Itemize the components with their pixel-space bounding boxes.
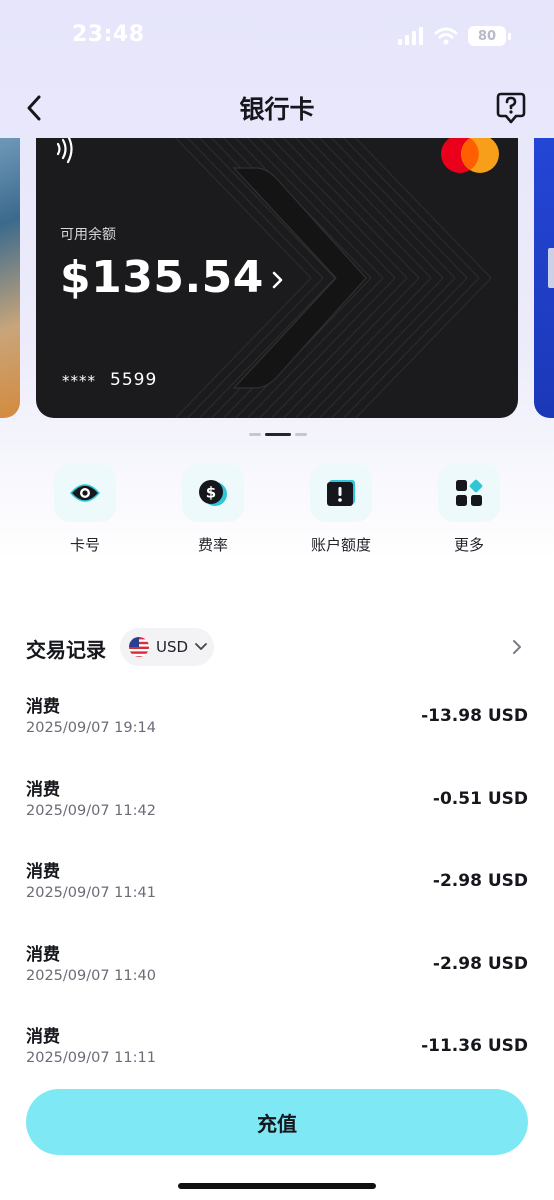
transaction-date: 2025/09/07 11:40	[26, 967, 156, 984]
wifi-icon	[434, 27, 458, 45]
mastercard-logo	[441, 138, 499, 173]
chevron-right-icon[interactable]	[510, 638, 524, 656]
action-label: 卡号	[69, 536, 100, 554]
bank-card[interactable]: 可用余额 $135.54 **** 5599	[36, 138, 518, 418]
transaction-amount: -13.98 USD	[421, 706, 528, 726]
transaction-amount: -2.98 USD	[432, 871, 528, 891]
help-button[interactable]	[496, 92, 530, 126]
eye-icon	[70, 484, 100, 502]
battery-indicator: 80	[468, 26, 511, 46]
grid-icon	[456, 479, 483, 506]
transactions-header: 交易记录 USD	[26, 628, 528, 668]
nav-bar: 银行卡	[0, 84, 554, 132]
currency-selector[interactable]: USD	[120, 628, 214, 666]
transaction-amount: -11.36 USD	[421, 1036, 528, 1056]
transactions-list: 消费 2025/09/07 19:14 -13.98 USD 消费 2025/0…	[26, 690, 528, 1103]
transaction-amount: -2.98 USD	[432, 953, 528, 974]
signal-icon	[398, 27, 423, 45]
more-action[interactable]: 更多	[414, 464, 524, 555]
card-number-action[interactable]: 卡号	[30, 464, 140, 555]
status-time: 23:48	[72, 22, 145, 47]
balance-amount: $135.54	[60, 252, 264, 303]
transaction-row[interactable]: 消费 2025/09/07 11:40 -2.98 USD	[26, 938, 528, 1021]
next-card[interactable]	[534, 138, 554, 418]
home-indicator	[178, 1183, 376, 1189]
card-number-mask: ****	[62, 372, 96, 390]
action-label: 费率	[197, 536, 228, 554]
transaction-date: 2025/09/07 11:11	[26, 1050, 156, 1066]
action-label: 账户额度	[310, 536, 371, 554]
transaction-type: 消费	[26, 862, 60, 882]
transaction-type: 消费	[26, 779, 60, 800]
card-last-four: 5599	[110, 370, 158, 390]
transaction-row[interactable]: 消费 2025/09/07 19:14 -13.98 USD	[26, 690, 528, 773]
topup-button[interactable]: 充值	[26, 1089, 528, 1155]
us-flag-icon	[129, 637, 149, 657]
status-bar: 23:48 80	[0, 0, 554, 74]
currency-code: USD	[156, 638, 189, 656]
dollar-circle-icon: $	[199, 480, 227, 506]
pager-dot	[295, 433, 307, 436]
transaction-type: 消费	[26, 1027, 60, 1047]
card-carousel[interactable]: 可用余额 $135.54 **** 5599	[0, 138, 554, 418]
transaction-type: 消费	[26, 944, 60, 965]
fee-rate-action[interactable]: $ 费率	[158, 464, 268, 555]
page-title: 银行卡	[239, 95, 315, 124]
transaction-date: 2025/09/07 19:14	[26, 720, 156, 736]
transaction-row[interactable]: 消费 2025/09/07 11:42 -0.51 USD	[26, 773, 528, 856]
chevron-right-icon[interactable]	[268, 268, 288, 292]
help-icon	[496, 92, 526, 124]
status-icons: 80	[398, 26, 511, 46]
carousel-pager	[249, 433, 307, 436]
contactless-icon	[56, 138, 73, 164]
transaction-amount: -0.51 USD	[432, 788, 528, 809]
transactions-title: 交易记录	[26, 638, 106, 662]
chevron-down-icon	[195, 643, 207, 650]
transaction-type: 消费	[26, 697, 60, 717]
pager-dot-active	[265, 433, 291, 436]
transaction-date: 2025/09/07 11:41	[26, 885, 156, 901]
limit-icon	[327, 480, 355, 506]
svg-text:$: $	[206, 484, 216, 502]
transaction-date: 2025/09/07 11:42	[26, 802, 156, 819]
transaction-row[interactable]: 消费 2025/09/07 11:41 -2.98 USD	[26, 855, 528, 938]
previous-card[interactable]	[0, 138, 20, 418]
pager-dot	[249, 433, 261, 436]
quick-actions: 卡号 $ 费率 账户额度 更多	[0, 464, 554, 564]
account-limit-action[interactable]: 账户额度	[286, 464, 396, 555]
action-label: 更多	[453, 536, 484, 554]
balance-label: 可用余额	[60, 227, 116, 243]
